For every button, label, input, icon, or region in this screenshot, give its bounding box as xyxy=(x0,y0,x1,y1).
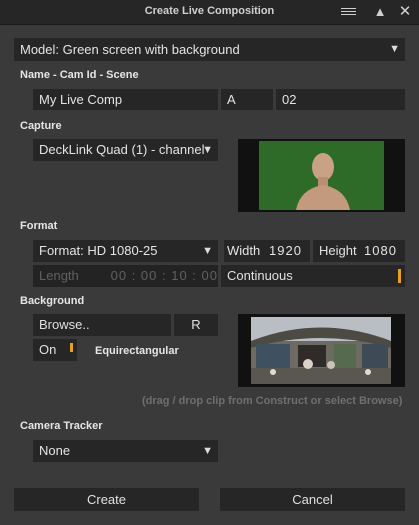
continuous-active-indicator xyxy=(398,269,401,283)
chevron-down-icon: ▼ xyxy=(202,445,213,457)
browse-button[interactable]: Browse.. xyxy=(33,314,171,336)
background-section-label: Background xyxy=(20,295,85,307)
height-value: 1080 xyxy=(364,243,397,258)
capture-preview-image xyxy=(238,139,405,212)
capture-section-label: Capture xyxy=(20,120,62,132)
hamburger-menu-icon[interactable] xyxy=(341,8,356,17)
length-label: Length xyxy=(39,268,79,283)
capture-device-value: DeckLink Quad (1) - channel xyxy=(39,142,205,157)
chevron-down-icon: ▼ xyxy=(389,43,400,55)
width-label: Width xyxy=(227,243,261,258)
chevron-down-icon: ▼ xyxy=(202,144,213,156)
format-dropdown[interactable]: Format: HD 1080-25 ▼ xyxy=(33,240,218,262)
length-value: 00 : 00 : 10 : 00 xyxy=(110,268,218,283)
projection-label: Equirectangular xyxy=(95,345,179,357)
reset-button[interactable]: R xyxy=(174,314,218,336)
continuous-label: Continuous xyxy=(227,268,293,283)
cam-id-input[interactable]: A xyxy=(221,89,273,110)
background-toggle-indicator xyxy=(70,343,73,352)
height-field[interactable]: Height 1080 xyxy=(313,240,405,262)
capture-preview xyxy=(238,139,405,212)
width-value: 1920 xyxy=(269,243,302,258)
triangle-up-icon[interactable]: ▲ xyxy=(372,4,388,20)
camera-tracker-label: Camera Tracker xyxy=(20,420,103,432)
format-section-label: Format xyxy=(20,220,58,232)
length-field[interactable]: Length 00 : 00 : 10 : 00 xyxy=(33,265,218,287)
continuous-toggle[interactable]: Continuous xyxy=(221,265,405,287)
camera-tracker-value: None xyxy=(39,443,71,458)
model-dropdown[interactable]: Model: Green screen with background ▼ xyxy=(14,38,405,61)
cancel-button[interactable]: Cancel xyxy=(220,488,405,511)
name-input[interactable]: My Live Comp xyxy=(33,89,218,110)
background-on-toggle[interactable]: On xyxy=(33,339,77,361)
capture-device-dropdown[interactable]: DeckLink Quad (1) - channel ▼ xyxy=(33,139,218,161)
window-title: Create Live Composition xyxy=(144,5,275,17)
scene-input[interactable]: 02 xyxy=(276,89,405,110)
name-section-label: Name - Cam Id - Scene xyxy=(20,69,139,81)
width-field[interactable]: Width 1920 xyxy=(221,240,310,262)
close-icon[interactable]: ✕ xyxy=(397,4,413,20)
background-hint: (drag / drop clip from Construct or sele… xyxy=(142,395,403,407)
create-button[interactable]: Create xyxy=(14,488,199,511)
background-toggle-label: On xyxy=(39,342,57,357)
background-preview-image xyxy=(238,314,405,387)
height-label: Height xyxy=(319,243,357,258)
title-bar: Create Live Composition ▲ ✕ xyxy=(0,0,419,25)
model-dropdown-value: Model: Green screen with background xyxy=(20,42,240,57)
camera-tracker-dropdown[interactable]: None ▼ xyxy=(33,440,218,462)
chevron-down-icon: ▼ xyxy=(202,245,213,257)
background-preview xyxy=(238,314,405,387)
format-dropdown-value: Format: HD 1080-25 xyxy=(39,243,158,258)
